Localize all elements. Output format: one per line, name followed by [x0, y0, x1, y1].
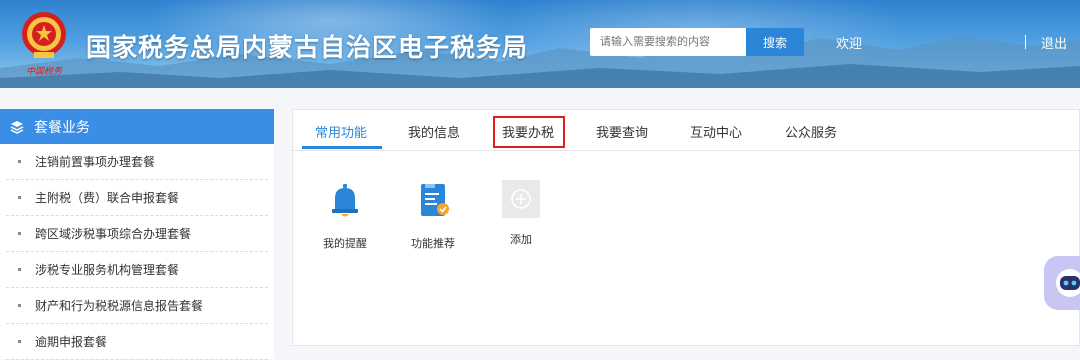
bullet-icon — [18, 268, 21, 271]
app-recommendations[interactable]: 功能推荐 — [401, 180, 465, 251]
app-label: 我的提醒 — [323, 237, 367, 250]
header-divider — [1025, 35, 1026, 49]
plus-circle-icon — [511, 189, 531, 209]
robot-icon — [1056, 269, 1080, 297]
highlight-annotation — [493, 116, 565, 148]
tab-public-service[interactable]: 公众服务 — [785, 122, 837, 141]
sidebar-item-label: 涉税专业服务机构管理套餐 — [35, 263, 180, 277]
app-add[interactable]: 添加 — [489, 180, 553, 247]
sidebar-header[interactable]: 套餐业务 — [0, 109, 274, 144]
tax-emblem-icon: 中国税务 — [22, 12, 66, 77]
site-title: 国家税务总局内蒙古自治区电子税务局 — [86, 33, 529, 62]
assistant-robot-button[interactable] — [1044, 256, 1080, 310]
search-input[interactable] — [590, 28, 746, 56]
document-icon — [421, 184, 449, 216]
sidebar-item-label: 逾期申报套餐 — [35, 335, 108, 349]
bullet-icon — [18, 304, 21, 307]
sidebar-item-agency-management[interactable]: 涉税专业服务机构管理套餐 — [6, 252, 268, 288]
search-button[interactable]: 搜索 — [746, 28, 804, 56]
sidebar-item-joint-declaration[interactable]: 主附税（费）联合申报套餐 — [6, 180, 268, 216]
site-header: 中国税务 国家税务总局内蒙古自治区电子税务局 搜索 欢迎 退出 — [0, 0, 1080, 88]
sidebar-item-label: 主附税（费）联合申报套餐 — [35, 191, 180, 205]
sidebar: 套餐业务 注销前置事项办理套餐 主附税（费）联合申报套餐 跨区域涉税事项综合办理… — [0, 109, 274, 360]
layers-icon — [10, 120, 24, 134]
sidebar-item-property-tax-report[interactable]: 财产和行为税税源信息报告套餐 — [6, 288, 268, 324]
bullet-icon — [18, 160, 21, 163]
sidebar-item-overdue-declaration[interactable]: 逾期申报套餐 — [6, 324, 268, 360]
active-tab-indicator — [302, 146, 382, 149]
sidebar-item-label: 跨区域涉税事项综合办理套餐 — [35, 227, 192, 241]
welcome-text: 欢迎 — [836, 37, 863, 52]
bell-icon — [332, 184, 358, 217]
bullet-icon — [18, 232, 21, 235]
tab-query[interactable]: 我要查询 — [596, 122, 648, 141]
app-label: 添加 — [510, 233, 532, 246]
app-label: 功能推荐 — [411, 237, 455, 250]
sidebar-header-label: 套餐业务 — [34, 119, 90, 136]
tab-bar: 常用功能 我的信息 我要办税 我要查询 互动中心 公众服务 — [293, 110, 1079, 151]
sidebar-item-label: 注销前置事项办理套餐 — [35, 155, 156, 169]
bullet-icon — [18, 196, 21, 199]
emblem-signature: 中国税务 — [26, 66, 63, 77]
add-icon — [502, 180, 540, 218]
sidebar-item-cancellation-package[interactable]: 注销前置事项办理套餐 — [6, 144, 268, 180]
tab-my-info[interactable]: 我的信息 — [408, 122, 460, 141]
app-my-reminders[interactable]: 我的提醒 — [313, 180, 377, 251]
bullet-icon — [18, 340, 21, 343]
tab-interaction-center[interactable]: 互动中心 — [690, 122, 742, 141]
sidebar-item-label: 财产和行为税税源信息报告套餐 — [35, 299, 204, 313]
tab-common-functions[interactable]: 常用功能 — [315, 122, 367, 141]
logout-link[interactable]: 退出 — [1041, 33, 1067, 52]
sidebar-item-cross-region[interactable]: 跨区域涉税事项综合办理套餐 — [6, 216, 268, 252]
main-panel: 常用功能 我的信息 我要办税 我要查询 互动中心 公众服务 我的提醒 功能推荐 — [292, 109, 1080, 346]
